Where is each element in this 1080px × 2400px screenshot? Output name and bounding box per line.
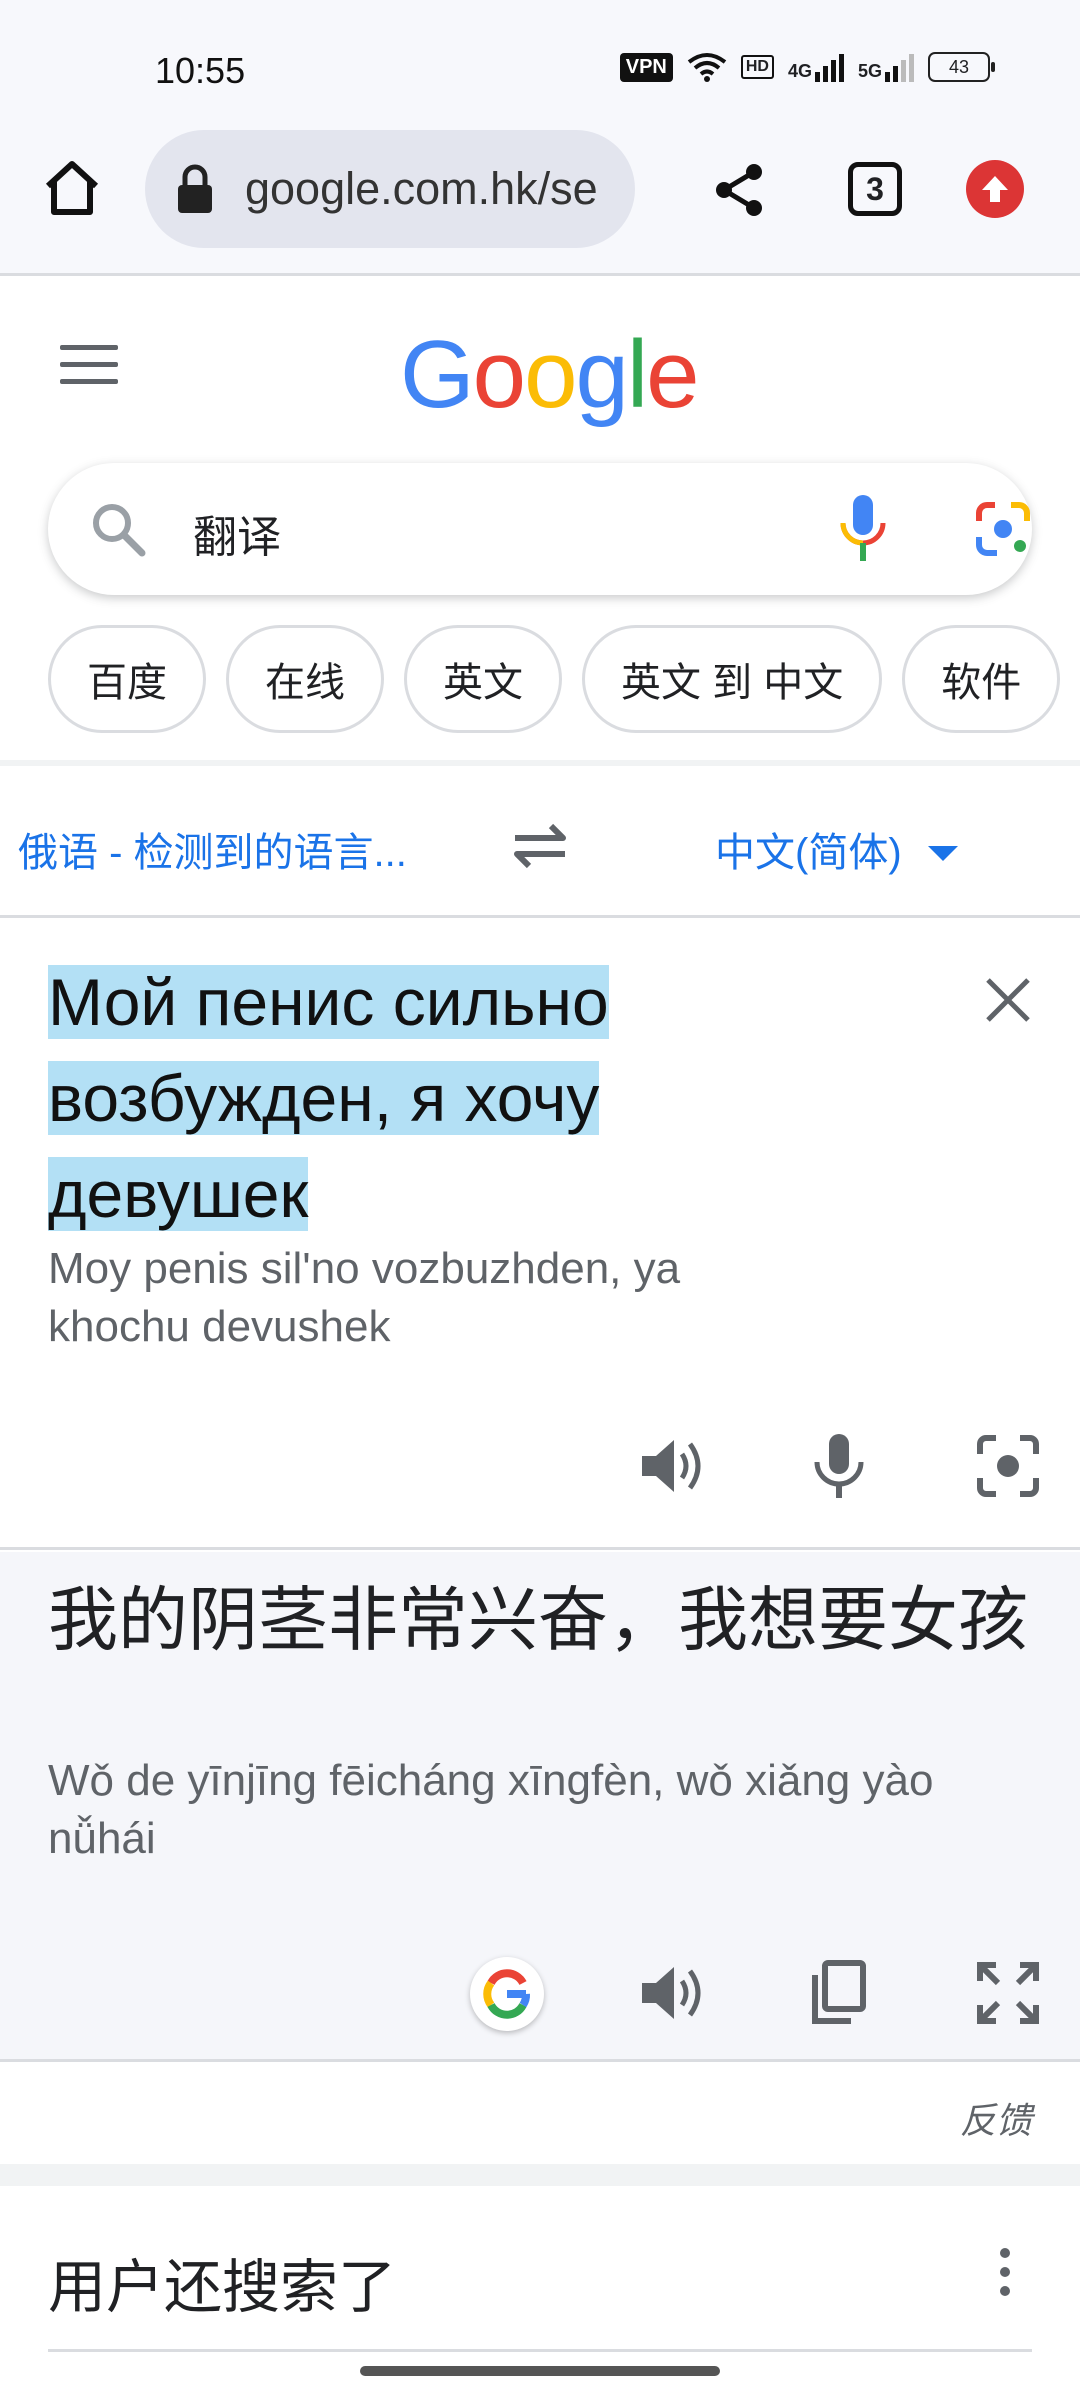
source-text[interactable]: Мой пенис сильно возбужден, я хочу девуш…	[48, 954, 728, 1242]
home-icon[interactable]	[40, 156, 104, 220]
google-logo[interactable]: Google	[400, 320, 700, 430]
signal-5g-icon: 5G	[858, 52, 914, 82]
logo-letter: l	[626, 321, 648, 428]
logo-letter: G	[400, 321, 475, 428]
signal-4g-icon: 4G	[788, 52, 844, 82]
logo-letter: g	[575, 321, 628, 428]
google-translate-button[interactable]	[470, 1957, 544, 2031]
microphone-icon[interactable]	[803, 1430, 875, 1502]
wifi-icon	[687, 53, 727, 82]
voice-search-icon[interactable]	[838, 493, 888, 565]
tab-switcher-button[interactable]: 3	[848, 162, 902, 216]
update-button[interactable]	[966, 160, 1024, 218]
feedback-link[interactable]: 反馈	[960, 2092, 1032, 2144]
copy-icon[interactable]	[803, 1957, 875, 2029]
source-language-button[interactable]: 俄语 - 检测到的语言...	[18, 820, 407, 878]
divider	[0, 2164, 1080, 2186]
battery-icon: 43	[928, 52, 995, 82]
search-input[interactable]: 翻译	[193, 501, 281, 565]
source-line: возбужден, я хочу	[48, 1061, 600, 1135]
translation-panel: 我的阴茎非常兴奋，我想要女孩 Wǒ de yīnjīng fēicháng xī…	[0, 1552, 1080, 2062]
suggestion-chip[interactable]: 英文	[404, 625, 562, 733]
arrow-up-icon	[982, 176, 1008, 202]
source-line: Мой пенис сильно	[48, 965, 609, 1039]
search-icon	[93, 504, 146, 557]
divider	[48, 2349, 1032, 2352]
swap-languages-icon[interactable]	[505, 816, 575, 876]
source-line: девушек	[48, 1157, 309, 1231]
source-transliteration: Moy penis sil'no vozbuzhden, ya khochu d…	[48, 1244, 681, 1351]
feedback-row: 反馈	[0, 2064, 1080, 2164]
speaker-icon[interactable]	[636, 1430, 708, 1502]
section-title: 用户还搜索了	[48, 2255, 397, 2320]
suggestion-chip[interactable]: 在线	[226, 625, 384, 733]
share-icon[interactable]	[710, 160, 770, 220]
search-box[interactable]: 翻译	[48, 463, 1032, 595]
google-lens-icon[interactable]	[973, 499, 1033, 559]
status-time: 10:55	[155, 50, 246, 91]
camera-translate-icon[interactable]	[972, 1430, 1044, 1502]
translated-text[interactable]: 我的阴茎非常兴奋，我想要女孩	[48, 1578, 1028, 1662]
fullscreen-icon[interactable]	[972, 1957, 1044, 2029]
home-indicator[interactable]	[360, 2366, 720, 2376]
menu-icon[interactable]	[60, 345, 118, 385]
target-language-button[interactable]: 中文(简体)	[715, 820, 902, 878]
suggestion-chip[interactable]: 软件	[902, 625, 1061, 733]
logo-letter: o	[472, 321, 526, 428]
browser-toolbar: google.com.hk/se 3	[0, 130, 1080, 276]
status-icons: VPN HD 4G 5G 43	[619, 52, 995, 82]
google-g-icon	[483, 1969, 530, 2019]
suggestion-chip[interactable]: 英文 到 中文	[582, 625, 883, 733]
translated-pinyin: Wǒ de yīnjīng fēicháng xīngfèn, wǒ xiǎng…	[48, 1756, 934, 1863]
logo-letter: o	[524, 321, 577, 428]
divider	[0, 760, 1080, 766]
hd-icon: HD	[740, 55, 774, 79]
logo-letter: e	[646, 321, 699, 428]
url-text: google.com.hk/se	[245, 163, 598, 214]
status-bar: 10:55 VPN HD 4G 5G 43	[0, 0, 1080, 130]
lock-icon	[178, 164, 212, 213]
url-bar[interactable]: google.com.hk/se	[145, 130, 635, 248]
speaker-icon[interactable]	[636, 1957, 708, 2029]
source-text-panel: Мой пенис сильно возбужден, я хочу девуш…	[0, 920, 1080, 1550]
suggestion-chips: 百度 在线 英文 英文 到 中文 软件	[48, 625, 1061, 733]
dropdown-caret-icon[interactable]	[928, 846, 958, 861]
more-options-icon[interactable]	[1000, 2248, 1014, 2300]
suggestion-chip[interactable]: 百度	[48, 625, 206, 733]
language-selector-row: 俄语 - 检测到的语言... 中文(简体)	[0, 768, 1080, 918]
vpn-icon: VPN	[619, 52, 673, 82]
clear-text-icon[interactable]	[978, 970, 1038, 1030]
